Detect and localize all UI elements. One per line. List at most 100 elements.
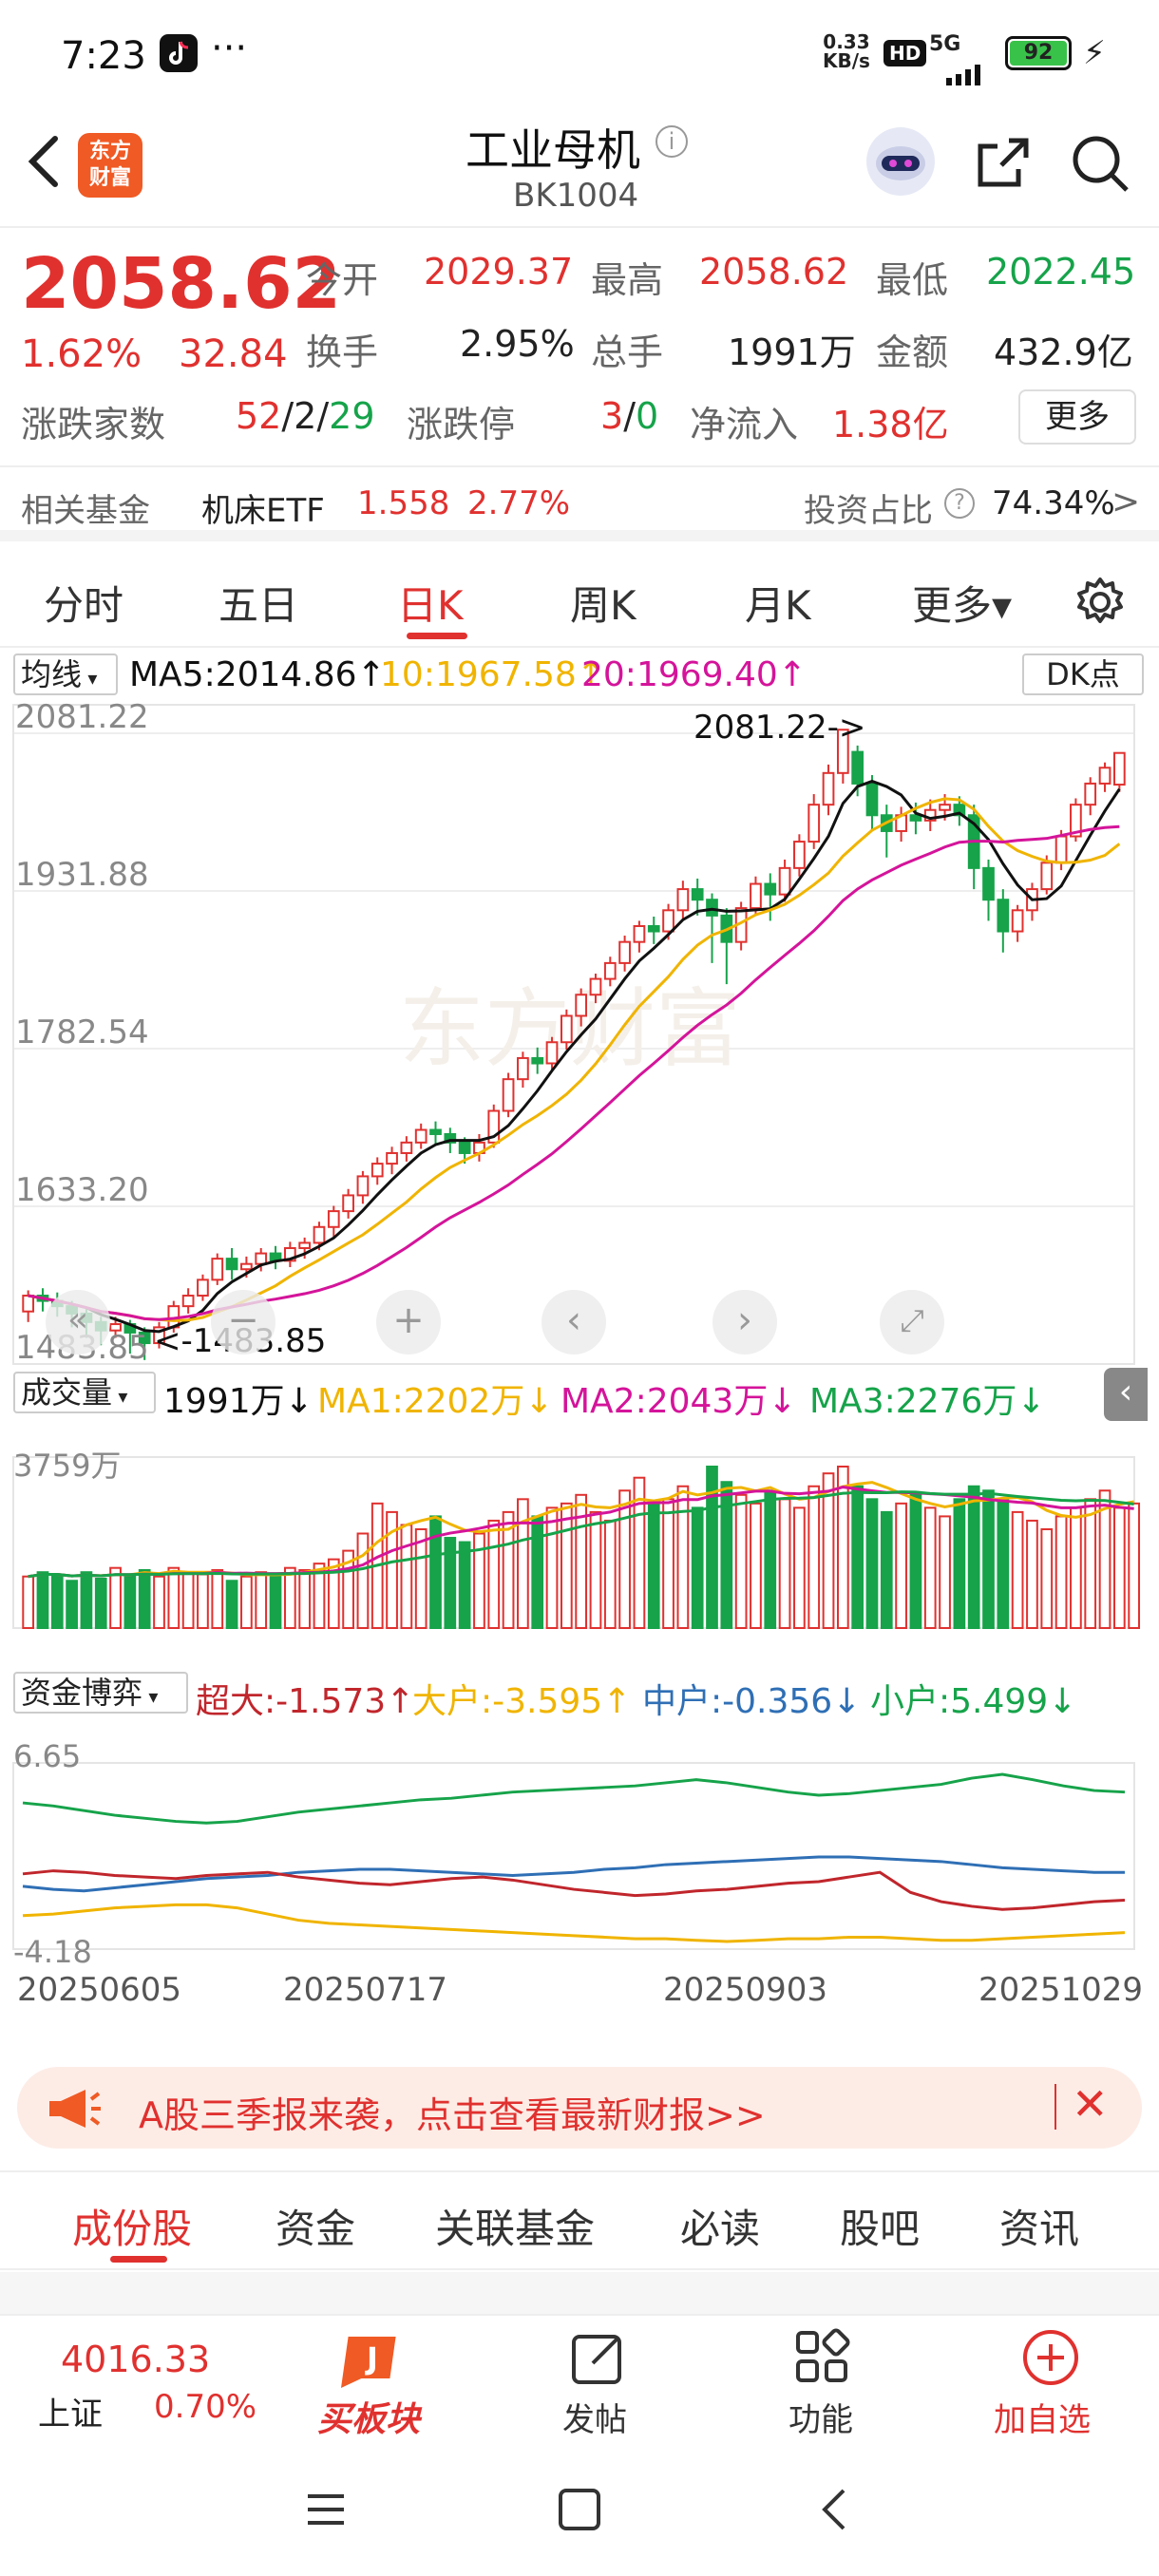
back-button[interactable]: [21, 133, 68, 190]
tab-related-funds[interactable]: 关联基金: [435, 2197, 595, 2255]
volume-bar: [734, 1493, 748, 1630]
tab-intraday[interactable]: 分时: [44, 574, 124, 632]
volume-bar: [80, 1571, 93, 1629]
earnings-banner[interactable]: A股三季报来袭，点击查看最新财报>> ✕: [17, 2067, 1142, 2149]
candle-body: [633, 924, 646, 943]
volume-bar: [50, 1573, 64, 1629]
scroll-left-button[interactable]: ‹: [542, 1290, 606, 1354]
tab-must-read[interactable]: 必读: [680, 2197, 760, 2255]
price-tick-label: 1633.20: [15, 1171, 149, 1209]
change-pct: 1.62%: [21, 332, 142, 376]
related-fund-row[interactable]: 相关基金 机床ETF 1.558 2.77% 投资占比 ? 74.34% >: [0, 465, 1159, 541]
volume-label: 总手: [591, 331, 664, 373]
buy-board-button[interactable]: J 买板块: [302, 2323, 445, 2441]
net-speed: 0.33 KB/s: [823, 30, 870, 72]
volume-bar: [1084, 1498, 1097, 1629]
volume-bar: [94, 1577, 107, 1630]
volume-bar: [1054, 1515, 1068, 1629]
candle-body: [778, 866, 791, 896]
kline-chart-area[interactable]: 均线 ▾ MA5:2014.86↑ 10:1967.58↑ 20:1969.40…: [0, 648, 1159, 2044]
index-value: 4016.33: [61, 2339, 211, 2380]
help-icon[interactable]: ?: [944, 488, 975, 519]
date-tick-label: 20250903: [663, 1971, 827, 2009]
breadth-label: 涨跌家数: [21, 404, 166, 445]
volume-bar: [662, 1498, 674, 1629]
volume-bar: [997, 1498, 1010, 1629]
share-icon[interactable]: [973, 133, 1034, 194]
date-tick-label: 20251029: [978, 1971, 1143, 2009]
flow-selector[interactable]: 资金博弈 ▾: [13, 1672, 188, 1714]
candle-body: [589, 977, 602, 996]
limit-value: 3/0: [600, 395, 659, 437]
volume-bar: [647, 1502, 660, 1629]
post-button[interactable]: 发帖: [532, 2323, 665, 2441]
volume-bar: [429, 1515, 442, 1629]
netflow-value: 1.38亿: [832, 404, 949, 445]
buy-board-label: 买板块: [317, 2400, 421, 2439]
back-nav-icon[interactable]: [815, 2485, 853, 2534]
index-ticker[interactable]: 4016.33 上证 0.70%: [0, 2316, 276, 2445]
candle-body: [706, 899, 718, 917]
flow-max-label: 6.65: [13, 1738, 82, 1774]
fullscreen-icon[interactable]: ⤢: [880, 1290, 944, 1354]
candle-body: [808, 804, 821, 843]
tab-forum[interactable]: 股吧: [840, 2197, 920, 2255]
tab-five-day[interactable]: 五日: [218, 574, 298, 632]
add-watchlist-button[interactable]: 加自选: [978, 2323, 1121, 2441]
volume-bar: [240, 1575, 253, 1629]
candle-body: [458, 1141, 471, 1154]
grid-icon: [796, 2328, 850, 2382]
candle-body: [531, 1056, 544, 1065]
svg-text:J: J: [365, 2340, 378, 2377]
tab-news[interactable]: 资讯: [999, 2197, 1079, 2255]
tab-monthly-k[interactable]: 月K: [745, 574, 811, 632]
active-subtab-indicator: [110, 2256, 167, 2263]
price-tick-label: 1931.88: [15, 856, 149, 894]
price-ticks: 2081.221931.881782.541633.201483.85: [15, 698, 149, 1367]
volume-selector[interactable]: 成交量 ▾: [13, 1372, 156, 1413]
candle-body: [793, 841, 806, 869]
charging-icon: ⚡: [1083, 34, 1106, 72]
collapse-panel-button[interactable]: ‹: [1104, 1368, 1148, 1421]
volume-bar: [283, 1566, 296, 1630]
candle-body: [1084, 782, 1097, 806]
fund-label: 相关基金: [21, 492, 150, 530]
home-icon[interactable]: [559, 2489, 600, 2530]
settings-gear-icon[interactable]: [1072, 574, 1129, 631]
zoom-in-button[interactable]: +: [376, 1290, 441, 1354]
volume-bar: [298, 1568, 312, 1630]
volume-bar: [255, 1571, 268, 1629]
tab-daily-k[interactable]: 日K: [397, 574, 464, 632]
functions-button[interactable]: 功能: [756, 2323, 889, 2441]
fund-price: 1.558: [357, 484, 450, 522]
more-button[interactable]: 更多: [1018, 389, 1136, 445]
zoom-out-button[interactable]: −: [211, 1290, 276, 1354]
search-icon[interactable]: [1070, 133, 1130, 194]
index-pct: 0.70%: [154, 2388, 257, 2426]
assistant-robot-icon[interactable]: [866, 127, 935, 196]
volume-bar: [1070, 1506, 1082, 1630]
candle-body: [1054, 835, 1068, 864]
fund-name: 机床ETF: [201, 492, 325, 530]
tab-more[interactable]: 更多▾: [912, 574, 1012, 632]
scroll-right-button[interactable]: ›: [712, 1290, 777, 1354]
tab-funds-flow[interactable]: 资金: [276, 2197, 355, 2255]
vol-ma1-label: MA1:2202万↓: [317, 1382, 554, 1421]
more-notifications-icon: ···: [211, 27, 248, 70]
date-tick-label: 20250717: [283, 1971, 447, 2009]
flow-panel-frame: [12, 1762, 1135, 1950]
ma-selector[interactable]: 均线 ▾: [13, 653, 118, 695]
close-icon[interactable]: ✕: [1072, 2078, 1109, 2130]
menu-icon[interactable]: [304, 2489, 348, 2530]
dk-point-button[interactable]: DK点: [1022, 653, 1144, 695]
scroll-left-fast-button[interactable]: «: [46, 1290, 110, 1354]
price-tick-label: 2081.22: [15, 698, 149, 736]
volume-bar: [967, 1485, 980, 1629]
info-icon[interactable]: i: [656, 125, 688, 158]
tab-weekly-k[interactable]: 周K: [570, 574, 636, 632]
volume-bars: [22, 1466, 1141, 1630]
tab-constituents[interactable]: 成份股: [72, 2197, 192, 2255]
candle-body: [939, 804, 951, 811]
status-time: 7:23: [61, 34, 146, 78]
volume-bar: [676, 1485, 690, 1629]
